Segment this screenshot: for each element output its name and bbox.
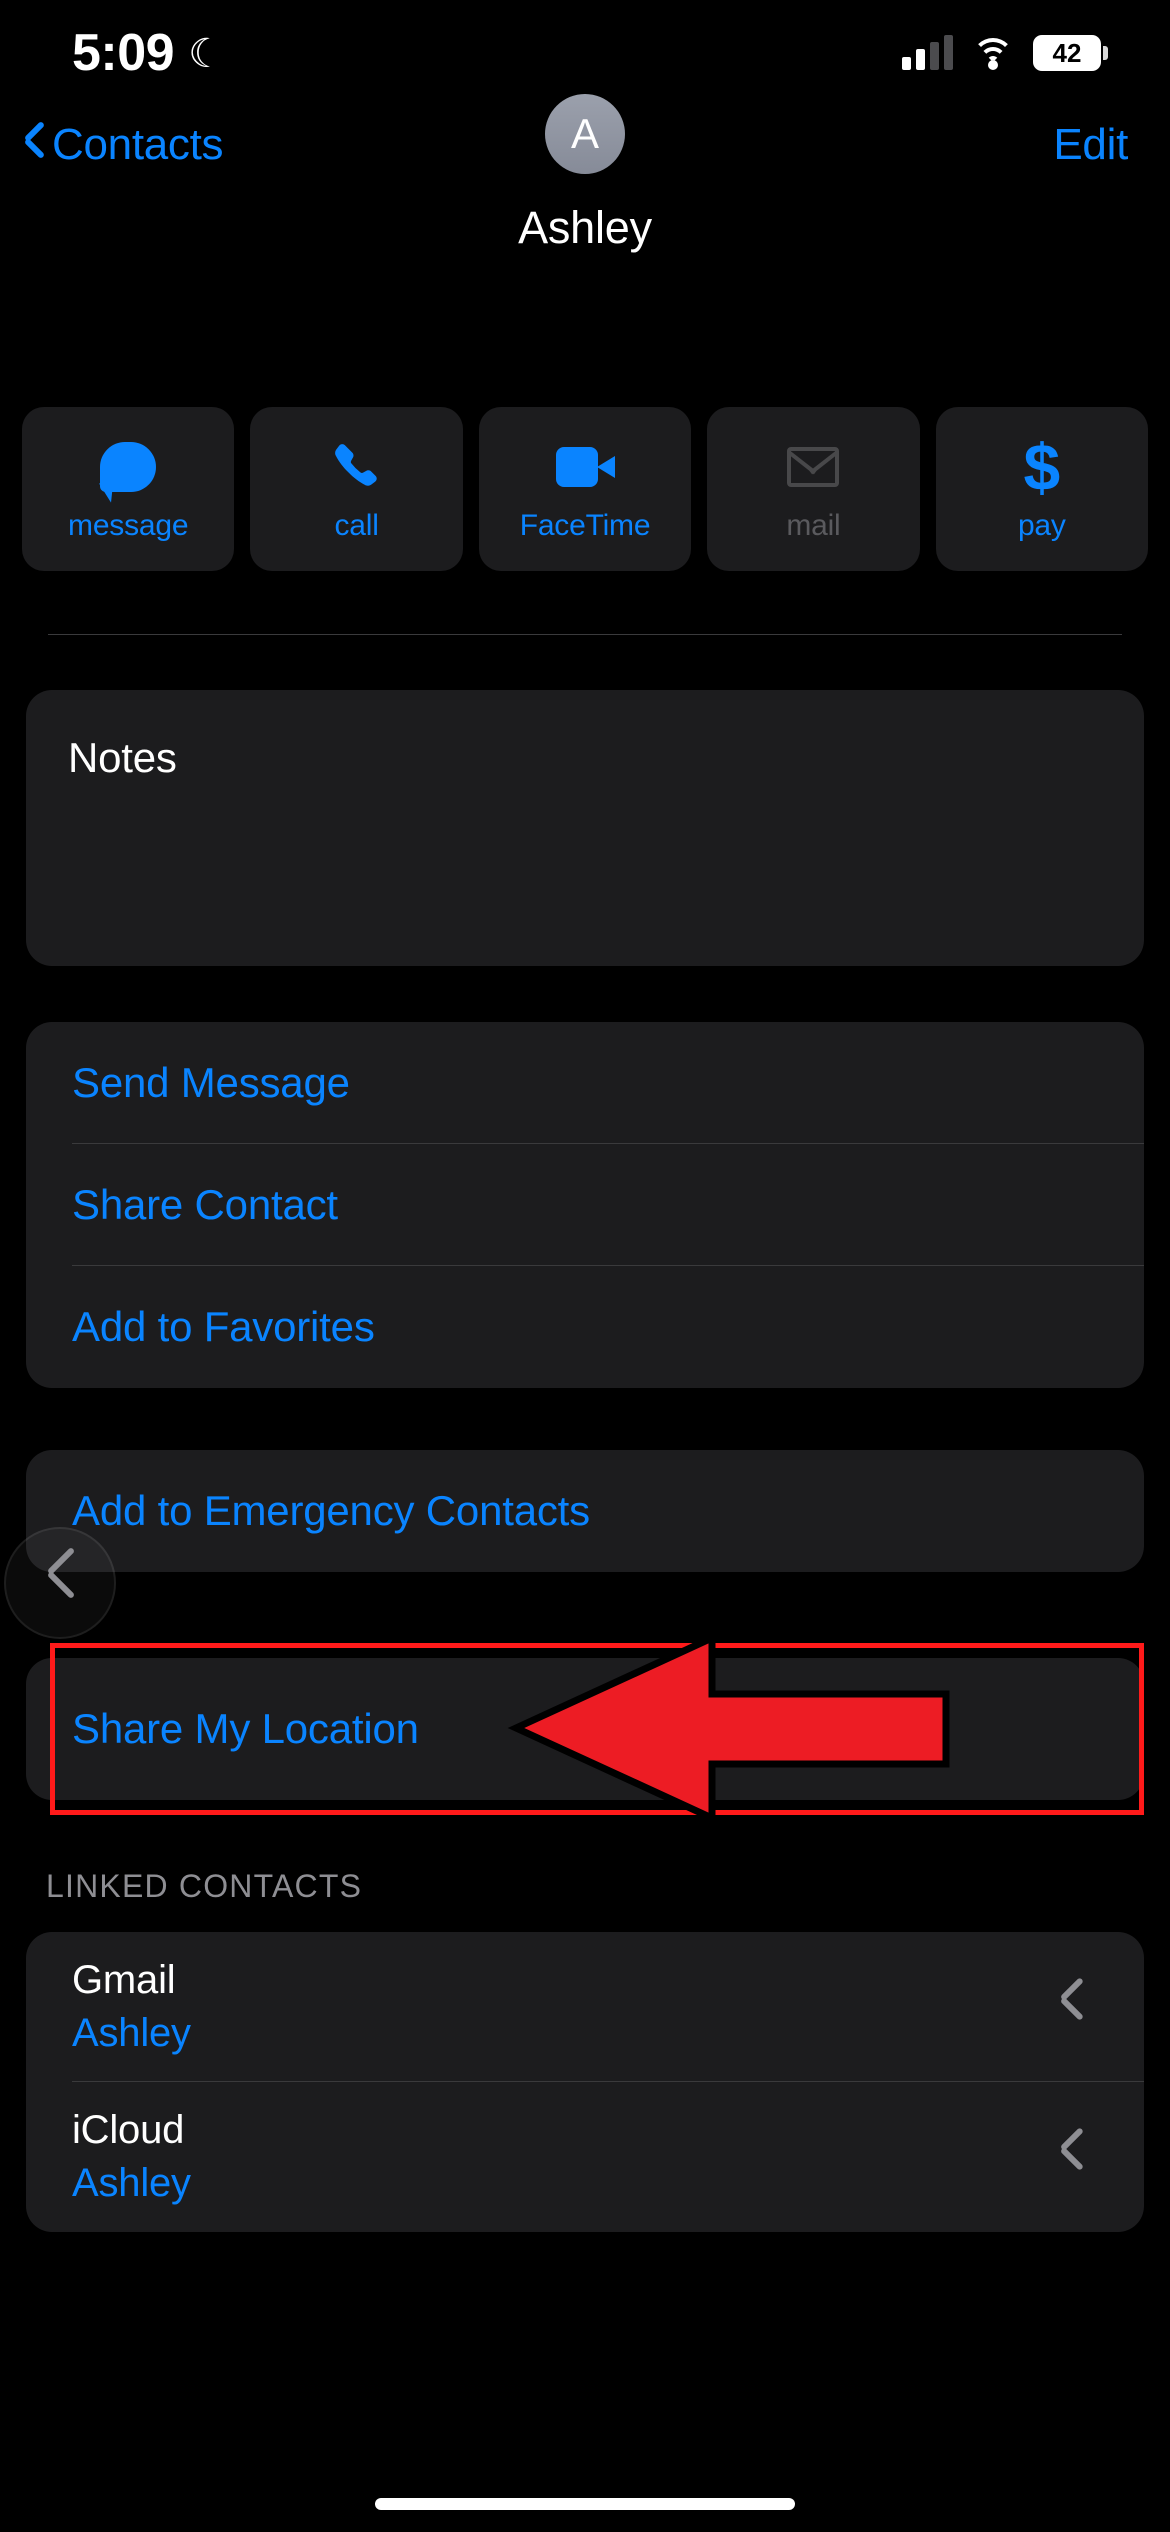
envelope-icon — [787, 437, 840, 497]
emergency-contacts-card[interactable]: Add to Emergency Contacts — [26, 1450, 1144, 1572]
send-message-row[interactable]: Send Message — [26, 1022, 1144, 1144]
quick-action-pay-label: pay — [1017, 509, 1066, 542]
linked-contact-account: iCloud — [72, 2108, 185, 2152]
quick-action-mail-label: mail — [786, 509, 841, 542]
share-contact-row[interactable]: Share Contact — [26, 1144, 1144, 1266]
section-divider — [48, 634, 1122, 635]
home-indicator-bar — [375, 2498, 795, 2510]
quick-action-pay[interactable]: $ pay — [935, 407, 1149, 571]
chevron-right-icon — [1062, 2137, 1084, 2177]
linked-contacts-header: LINKED CONTACTS — [46, 1868, 363, 1904]
linked-contacts-card: Gmail Ashley iCloud Ashley — [26, 1932, 1144, 2232]
message-bubble-icon — [100, 437, 157, 497]
battery-level: 42 — [1052, 37, 1082, 68]
linked-contact-row-gmail[interactable]: Gmail Ashley — [26, 1932, 1144, 2082]
add-to-favorites-label: Add to Favorites — [72, 1303, 375, 1350]
status-bar-left: 5:09 ☾ — [72, 27, 224, 79]
cellular-signal-icon — [902, 34, 953, 70]
status-time: 5:09 — [72, 23, 175, 82]
video-camera-icon — [555, 437, 615, 497]
linked-contact-name: Ashley — [72, 2161, 191, 2205]
add-to-favorites-row[interactable]: Add to Favorites — [26, 1266, 1144, 1388]
quick-action-mail: mail — [707, 407, 920, 571]
quick-action-message[interactable]: message — [22, 407, 235, 571]
quick-action-facetime-label: FaceTime — [519, 509, 651, 542]
add-to-emergency-contacts-row[interactable]: Add to Emergency Contacts — [26, 1450, 1144, 1572]
linked-contact-text: iCloud Ashley — [72, 2108, 191, 2206]
quick-action-message-label: message — [68, 509, 189, 542]
share-location-card[interactable]: Share My Location — [26, 1658, 1144, 1800]
status-bar: 5:09 ☾ 42 — [0, 0, 1170, 105]
chevron-right-circle-icon[interactable] — [4, 1527, 116, 1639]
quick-action-call[interactable]: call — [250, 407, 463, 571]
battery-icon: 42 — [1033, 34, 1108, 71]
page-title: Ashley — [518, 202, 652, 253]
wifi-icon — [971, 36, 1015, 70]
avatar-initial: A — [570, 110, 599, 157]
chevron-right-glyph — [47, 1558, 73, 1608]
quick-actions-row: message call FaceTime mail $ pay — [22, 407, 1149, 571]
contact-header: A Ashley — [0, 94, 1170, 254]
share-my-location-label: Share My Location — [72, 1705, 419, 1752]
share-my-location-row[interactable]: Share My Location — [26, 1658, 1144, 1800]
contact-actions-card: Send Message Share Contact Add to Favori… — [26, 1022, 1144, 1388]
add-to-emergency-contacts-label: Add to Emergency Contacts — [72, 1487, 590, 1534]
phone-icon — [330, 437, 384, 497]
linked-contact-name: Ashley — [72, 2011, 191, 2055]
linked-contact-text: Gmail Ashley — [72, 1958, 191, 2056]
iphone-screen: 5:09 ☾ 42 Contacts Edit A Ashley message… — [0, 0, 1170, 2532]
share-contact-label: Share Contact — [72, 1181, 338, 1228]
quick-action-facetime[interactable]: FaceTime — [478, 407, 692, 571]
quick-action-call-label: call — [334, 509, 379, 542]
send-message-label: Send Message — [72, 1059, 350, 1106]
status-bar-right: 42 — [902, 34, 1108, 71]
dollar-sign-icon: $ — [1023, 429, 1061, 504]
notes-card[interactable]: Notes — [26, 690, 1144, 966]
chevron-right-icon — [1062, 1987, 1084, 2027]
avatar[interactable]: A — [545, 94, 625, 174]
notes-label: Notes — [68, 734, 177, 781]
linked-contact-row-icloud[interactable]: iCloud Ashley — [26, 2082, 1144, 2232]
crescent-moon-icon: ☾ — [188, 31, 224, 76]
linked-contact-account: Gmail — [72, 1958, 176, 2002]
